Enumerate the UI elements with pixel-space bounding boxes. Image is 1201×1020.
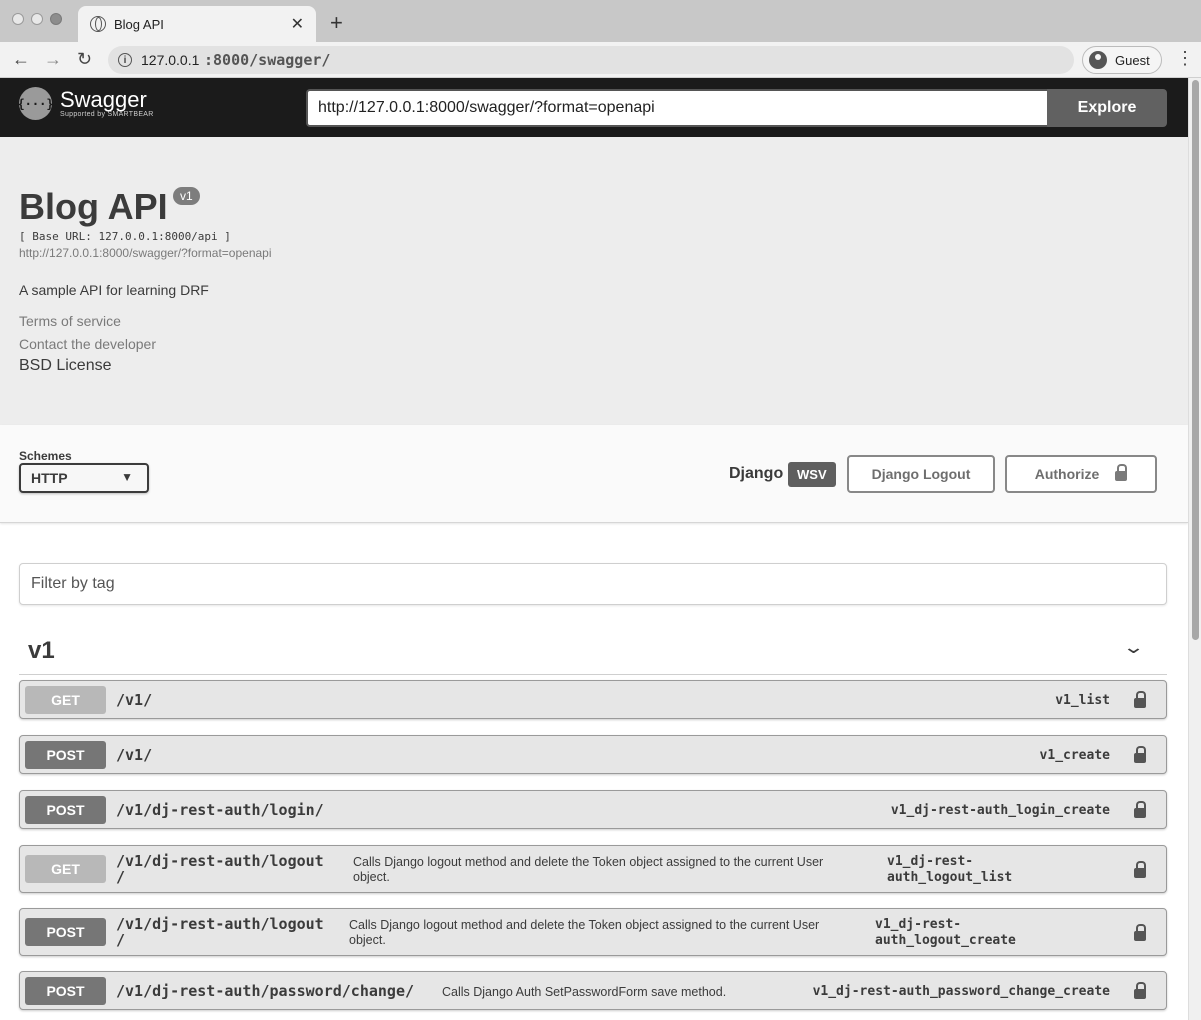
- operation-path: /v1/: [116, 691, 153, 709]
- operation-row[interactable]: POST /v1/ v1_create: [19, 735, 1167, 774]
- operation-row[interactable]: POST /v1/dj-rest-auth/logout / Calls Dja…: [19, 908, 1167, 956]
- lock-icon[interactable]: [1134, 746, 1146, 763]
- url-host: 127.0.0.1: [141, 52, 200, 68]
- lock-icon[interactable]: [1134, 861, 1146, 878]
- url-path: :8000/swagger/: [204, 51, 331, 69]
- operation-path: /v1/dj-rest-auth/logout /: [116, 916, 324, 948]
- page-title: Blog API: [19, 186, 168, 227]
- operation-path: /v1/dj-rest-auth/logout /: [116, 853, 324, 885]
- operation-path-line: /: [116, 868, 126, 886]
- spec-url-input[interactable]: http://127.0.0.1:8000/swagger/?format=op…: [306, 89, 1047, 127]
- swagger-topbar: {···} Swagger Supported by SMARTBEAR htt…: [0, 78, 1188, 137]
- lock-icon[interactable]: [1134, 801, 1146, 818]
- spec-link[interactable]: http://127.0.0.1:8000/swagger/?format=op…: [19, 246, 272, 260]
- wsv-badge: WSV: [788, 462, 836, 487]
- profile-button[interactable]: Guest: [1082, 46, 1162, 74]
- scrollbar-thumb[interactable]: [1192, 80, 1199, 640]
- method-badge: GET: [25, 686, 106, 714]
- operation-path-line: /v1/dj-rest-auth/logout: [116, 915, 324, 933]
- schemes-bar: Schemes HTTP ▼ Django WSV Django Logout …: [0, 425, 1188, 523]
- operation-id-line: auth_logout_create: [875, 933, 1016, 948]
- method-badge: POST: [25, 918, 106, 946]
- summary-line: object.: [353, 870, 390, 884]
- operation-id: v1_dj-rest-auth_login_create: [890, 803, 1110, 818]
- operation-path: /v1/: [116, 746, 153, 764]
- method-badge: POST: [25, 741, 106, 769]
- page-scrollbar[interactable]: [1188, 78, 1201, 1020]
- scheme-selected: HTTP: [31, 470, 68, 486]
- address-bar[interactable]: i 127.0.0.1:8000/swagger/: [108, 46, 1074, 74]
- tab-close-icon[interactable]: ✕: [291, 14, 304, 34]
- method-badge: POST: [25, 977, 106, 1005]
- swagger-logo-icon: {···}: [17, 87, 54, 120]
- operation-id: v1_create: [1039, 748, 1110, 763]
- browser-toolbar: ← → ↻ i 127.0.0.1:8000/swagger/ Guest ⋮: [0, 42, 1201, 78]
- chevron-down-icon: ▼: [121, 470, 133, 484]
- operation-row[interactable]: POST /v1/dj-rest-auth/login/ v1_dj-rest-…: [19, 790, 1167, 829]
- back-arrow-icon[interactable]: ←: [12, 49, 30, 70]
- django-logout-label: Django Logout: [871, 466, 971, 482]
- license-link[interactable]: BSD License: [19, 357, 112, 375]
- lock-icon: [1115, 464, 1128, 481]
- operation-id: v1_list: [1055, 693, 1110, 708]
- summary-line: Calls Django logout method and delete th…: [349, 918, 820, 932]
- base-url: [ Base URL: 127.0.0.1:8000/api ]: [19, 230, 231, 243]
- lock-icon[interactable]: [1134, 691, 1146, 708]
- method-badge: GET: [25, 855, 106, 883]
- scheme-select[interactable]: HTTP ▼: [19, 463, 149, 493]
- operation-path: /v1/dj-rest-auth/login/: [116, 801, 324, 819]
- method-badge: POST: [25, 796, 106, 824]
- authorize-button[interactable]: Authorize: [1005, 455, 1157, 493]
- window-controls[interactable]: [12, 13, 62, 25]
- operation-id: v1_dj-rest- auth_logout_create: [875, 917, 1016, 949]
- operation-summary: Calls Django logout method and delete th…: [353, 855, 823, 885]
- operation-path: /v1/dj-rest-auth/password/change/: [116, 982, 415, 1000]
- version-badge: v1: [173, 187, 200, 205]
- chevron-down-icon[interactable]: ⌄: [1122, 637, 1145, 658]
- operation-id-line: v1_dj-rest-: [875, 917, 962, 932]
- contact-developer-link[interactable]: Contact the developer: [19, 336, 156, 352]
- globe-icon: [90, 16, 106, 32]
- django-logout-button[interactable]: Django Logout: [847, 455, 995, 493]
- tab-title: Blog API: [114, 16, 164, 32]
- operation-path-line: /: [116, 931, 126, 949]
- operation-row[interactable]: GET /v1/dj-rest-auth/logout / Calls Djan…: [19, 845, 1167, 893]
- lock-icon[interactable]: [1134, 924, 1146, 941]
- swagger-logo[interactable]: {···} Swagger Supported by SMARTBEAR: [17, 87, 154, 120]
- swagger-logo-sub: Supported by SMARTBEAR: [60, 111, 154, 118]
- operation-path-line: /v1/dj-rest-auth/logout: [116, 852, 324, 870]
- forward-arrow-icon[interactable]: →: [44, 49, 62, 70]
- operation-row[interactable]: POST /v1/dj-rest-auth/password/change/ C…: [19, 971, 1167, 1010]
- avatar-icon: [1089, 51, 1107, 69]
- operation-id: v1_dj-rest- auth_logout_list: [887, 854, 1012, 886]
- operation-id-line: v1_dj-rest-: [887, 854, 974, 869]
- django-label: Django: [729, 465, 784, 482]
- operation-summary: Calls Django Auth SetPasswordForm save m…: [442, 985, 727, 999]
- lock-icon[interactable]: [1134, 982, 1146, 999]
- schemes-label: Schemes: [19, 449, 72, 463]
- operation-row[interactable]: GET /v1/ v1_list: [19, 680, 1167, 719]
- summary-line: Calls Django logout method and delete th…: [353, 855, 824, 869]
- api-info: Blog API v1 [ Base URL: 127.0.0.1:8000/a…: [0, 137, 1188, 425]
- new-tab-icon[interactable]: +: [330, 10, 343, 36]
- profile-label: Guest: [1115, 52, 1150, 68]
- operation-summary: Calls Django logout method and delete th…: [349, 918, 819, 948]
- summary-line: object.: [349, 933, 386, 947]
- api-description: A sample API for learning DRF: [19, 282, 209, 298]
- info-icon[interactable]: i: [118, 53, 132, 67]
- browser-tab-bar: Blog API ✕ +: [0, 0, 1201, 42]
- tag-name: v1: [28, 637, 55, 664]
- browser-tab[interactable]: Blog API ✕: [78, 6, 316, 42]
- operation-id-line: auth_logout_list: [887, 870, 1013, 885]
- operation-id: v1_dj-rest-auth_password_change_create: [812, 984, 1110, 999]
- swagger-logo-text: Swagger: [60, 87, 147, 112]
- authorize-label: Authorize: [1034, 466, 1100, 482]
- filter-by-tag-input[interactable]: Filter by tag: [19, 563, 1167, 605]
- terms-of-service-link[interactable]: Terms of service: [19, 313, 121, 329]
- reload-icon[interactable]: ↻: [77, 49, 92, 70]
- tag-section-header[interactable]: v1 ⌄: [19, 631, 1167, 675]
- menu-kebab-icon[interactable]: ⋮: [1176, 48, 1194, 69]
- explore-button[interactable]: Explore: [1047, 89, 1167, 127]
